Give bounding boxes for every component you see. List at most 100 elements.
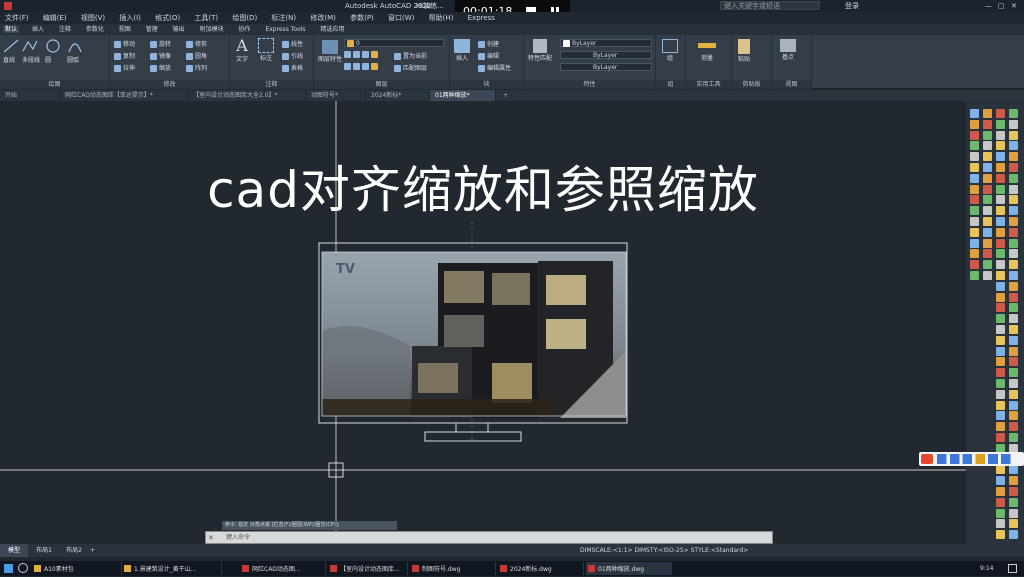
toolbar-tool-icon[interactable] [1009,260,1018,270]
menu-dimension[interactable]: 标注(N) [271,14,296,22]
toolbar-tool-icon[interactable] [983,195,992,205]
toolbar-tool-icon[interactable] [1009,476,1018,486]
layer-tool-icon[interactable] [353,51,360,58]
toolbar-tool-icon[interactable] [1009,530,1018,540]
annotation-panel-title[interactable]: 注释 [230,80,313,89]
toolbar-tool-icon[interactable] [983,109,992,118]
match-layer-button[interactable]: 匹配图层 [394,63,427,72]
taskbar-item-cad-library[interactable]: 网红CAD动态图... [240,562,326,575]
toolbar-tool-icon[interactable] [996,357,1005,367]
user-login[interactable]: 登录 [845,0,859,12]
toolbar-tool-icon[interactable] [996,422,1005,432]
toolbar-tool-icon[interactable] [1009,433,1018,442]
toolbar-tool-icon[interactable] [996,217,1005,226]
toolbar-tool-icon[interactable] [970,238,979,248]
toolbar-tool-icon[interactable] [1009,368,1018,378]
array-button[interactable]: 阵列 [186,63,207,72]
circle-button[interactable]: 圆 [45,39,61,64]
measure-button[interactable]: 测量 [698,39,716,62]
doc-tab-2024[interactable]: 2024新标* [366,90,430,101]
insert-block-button[interactable]: 插入 [454,39,470,62]
menu-format[interactable]: 格式(O) [155,14,180,22]
toolbar-tool-icon[interactable] [996,130,1005,140]
arc-button[interactable]: 圆弧 [67,39,83,64]
menu-edit[interactable]: 编辑(E) [43,14,67,22]
menu-insert[interactable]: 插入(I) [119,14,141,22]
toolbar-tool-icon[interactable] [996,238,1005,248]
layer-tool-icon[interactable] [344,51,351,58]
toolbar-tool-icon[interactable] [1009,109,1018,118]
toolbar-tool-icon[interactable] [996,195,1005,205]
toolbar-tool-icon[interactable] [996,152,1005,162]
view-panel-title[interactable]: 视图 [772,80,811,89]
ime-toolbar[interactable] [919,452,1024,466]
toolbar-tool-icon[interactable] [983,249,992,259]
toolbar-tool-icon[interactable] [970,119,979,129]
toolbar-tool-icon[interactable] [983,184,992,194]
doc-tab-interior-library[interactable]: 【室内设计动态图库大全2.0】* [188,90,306,101]
taskbar-item-interior-library[interactable]: 【室内设计动态图库... [328,562,408,575]
toolbar-tool-icon[interactable] [996,530,1005,540]
toolbar-tool-icon[interactable] [1009,519,1018,529]
toolbar-tool-icon[interactable] [996,433,1005,442]
toolbar-tool-icon[interactable] [996,119,1005,129]
toolbar-tool-icon[interactable] [1009,119,1018,129]
layout-tab-1[interactable]: 布局1 [30,544,58,557]
stretch-button[interactable]: 拉伸 [114,63,135,72]
doc-tab-two-scales[interactable]: 01两种缩放* [430,90,496,101]
autocad-logo-icon[interactable] [4,2,12,10]
toolbar-tool-icon[interactable] [996,400,1005,410]
toolbar-tool-icon[interactable] [1009,389,1018,399]
groups-panel-title[interactable]: 组 [656,80,685,89]
doc-tab-start[interactable]: 开始 [0,90,60,101]
toolbar-tool-icon[interactable] [996,487,1005,496]
toolbar-tool-icon[interactable] [970,130,979,140]
tab-addins[interactable]: 附加模块 [198,26,226,33]
toolbar-tool-icon[interactable] [996,173,1005,183]
group-button[interactable]: 组 [662,39,678,62]
tab-collaborate[interactable]: 协作 [237,26,253,33]
toolbar-tool-icon[interactable] [1009,487,1018,496]
tab-manage[interactable]: 管理 [144,26,160,33]
toolbar-tool-icon[interactable] [970,184,979,194]
toolbar-tool-icon[interactable] [970,227,979,237]
taskbar-item-design[interactable]: 1.景建筑设计_黄干山... [122,562,222,575]
menu-file[interactable]: 文件(F) [5,14,29,22]
layer-properties-button[interactable]: 图层特性 [318,40,342,63]
tab-view[interactable]: 视图 [117,26,133,33]
new-tab-icon[interactable]: + [498,90,512,101]
search-taskbar-icon[interactable] [18,563,28,573]
toolbar-tool-icon[interactable] [996,206,1005,216]
tab-express-tools[interactable]: Express Tools [263,26,307,33]
block-panel-title[interactable]: 块 [450,80,523,89]
leader-button[interactable]: 引线 [282,51,303,60]
dimension-button[interactable]: 标注 [258,38,274,62]
clipboard-panel-title[interactable]: 剪贴板 [732,80,771,89]
layers-panel-title[interactable]: 图层 [314,80,449,89]
add-layout-icon[interactable]: + [90,544,95,557]
toolbar-tool-icon[interactable] [970,163,979,172]
layer-tool-icon[interactable] [344,63,351,70]
copy-button[interactable]: 复制 [114,51,135,60]
toolbar-tool-icon[interactable] [996,249,1005,259]
toolbar-tool-icon[interactable] [996,271,1005,280]
toolbar-tool-icon[interactable] [983,271,992,280]
toolbar-tool-icon[interactable] [996,314,1005,324]
toolbar-tool-icon[interactable] [1009,411,1018,421]
toolbar-tool-icon[interactable] [970,260,979,270]
layer-tool-icon[interactable] [362,63,369,70]
tab-featured-apps[interactable]: 精选应用 [318,26,346,33]
fillet-button[interactable]: 圆角 [186,51,207,60]
toolbar-tool-icon[interactable] [1009,173,1018,183]
toolbar-tool-icon[interactable] [970,249,979,259]
toolbar-tool-icon[interactable] [1009,206,1018,216]
toolbar-tool-icon[interactable] [1009,130,1018,140]
close-icon[interactable]: ✕ [1011,0,1017,12]
toolbar-tool-icon[interactable] [983,141,992,151]
linetype-dropdown[interactable]: ByLayer [560,51,652,59]
toolbar-tool-icon[interactable] [983,238,992,248]
toolbar-tool-icon[interactable] [970,217,979,226]
tab-annotate[interactable]: 注释 [57,26,73,33]
toolbar-tool-icon[interactable] [996,109,1005,118]
notification-icon[interactable] [1008,564,1017,573]
